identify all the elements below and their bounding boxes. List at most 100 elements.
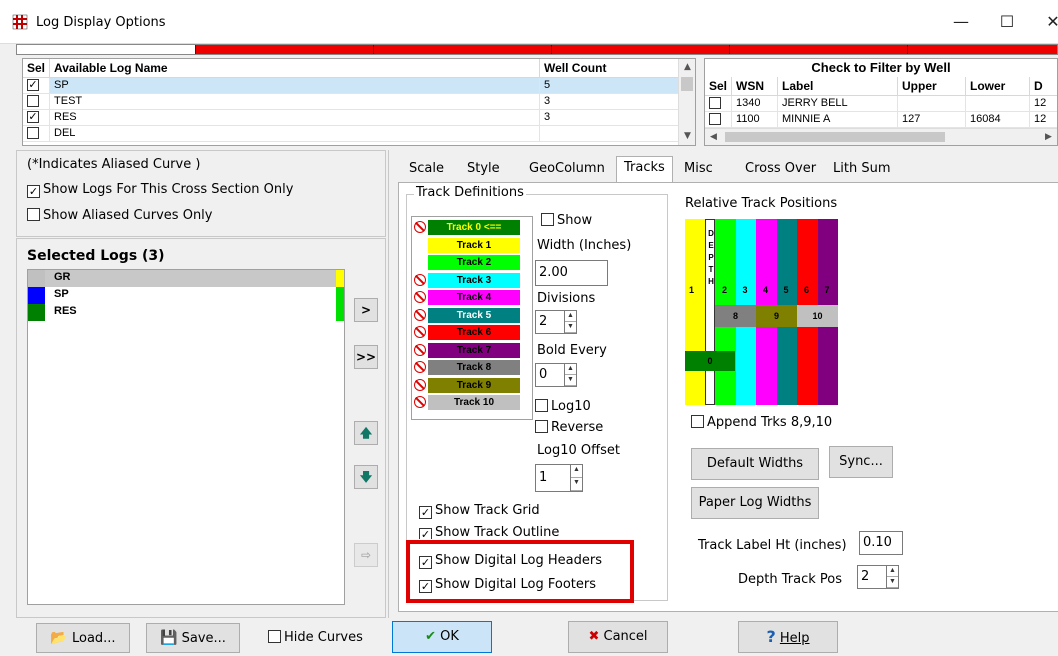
tab-misc[interactable]: Misc xyxy=(677,158,720,182)
bold-every-input[interactable]: 0 xyxy=(535,363,565,387)
track-list-item[interactable]: Track 3 xyxy=(428,272,520,288)
depth-track-pos-spinner[interactable]: ▲ ▼ xyxy=(886,565,899,589)
table-row[interactable]: ✓ RES 3 xyxy=(23,109,679,126)
tab-cross-over[interactable]: Cross Over xyxy=(738,158,823,182)
track-list-item[interactable]: Track 1 xyxy=(428,237,520,253)
track-list-item[interactable]: Track 8 xyxy=(428,360,520,375)
scroll-thumb[interactable] xyxy=(681,77,693,91)
checkbox[interactable] xyxy=(541,213,554,226)
table-row[interactable]: TEST 3 xyxy=(23,93,679,110)
track-list[interactable]: Track 0 <== Track 1 Track 2 Track 3 Track 4 T… xyxy=(411,216,533,420)
move-down-button[interactable]: 🡇 xyxy=(354,465,378,489)
spin-down-icon[interactable]: ▼ xyxy=(887,577,898,588)
scroll-up-icon[interactable]: ▲ xyxy=(679,59,695,76)
checkbox-checked[interactable]: ✓ xyxy=(419,580,432,593)
row-checkbox[interactable] xyxy=(709,97,721,110)
table-row[interactable]: 1100 MINNIE A 127 16084 12 xyxy=(705,111,1057,128)
checkbox-checked[interactable]: ✓ xyxy=(419,506,432,519)
col-header-d[interactable]: D xyxy=(1029,77,1057,96)
divisions-spinner[interactable]: ▲ ▼ xyxy=(564,310,577,334)
add-all-logs-button[interactable]: >> xyxy=(354,345,378,369)
tab-tracks[interactable]: Tracks xyxy=(616,156,673,183)
vertical-scrollbar[interactable]: ▲ ▼ xyxy=(678,59,695,145)
col-header-sel[interactable]: Sel xyxy=(23,59,51,78)
tab-scale[interactable]: Scale xyxy=(402,158,451,182)
tab-geocolumn[interactable]: GeoColumn xyxy=(522,158,612,182)
spin-up-icon[interactable]: ▲ xyxy=(565,364,576,375)
list-item[interactable]: SP xyxy=(28,287,344,321)
well-filter-grid[interactable]: Check to Filter by Well Sel WSN Label Up… xyxy=(704,58,1058,146)
track-label-ht-input[interactable]: 0.10 xyxy=(859,531,903,555)
show-cross-section-checkbox[interactable]: ✓ Show Logs For This Cross Section Only xyxy=(27,182,293,198)
show-log-footers-checkbox[interactable]: ✓ Show Digital Log Footers xyxy=(419,577,596,593)
horizontal-scrollbar[interactable]: ◀ ▶ xyxy=(705,128,1057,145)
track-list-item[interactable]: Track 4 xyxy=(428,290,520,305)
log10-offset-input[interactable]: 1 xyxy=(535,464,571,492)
checkbox[interactable] xyxy=(535,420,548,433)
load-button[interactable]: 📂 Load... xyxy=(36,623,130,653)
show-track-outline-checkbox[interactable]: ✓ Show Track Outline xyxy=(419,525,559,539)
checkbox-checked[interactable]: ✓ xyxy=(27,185,40,198)
maximize-button[interactable]: ☐ xyxy=(984,8,1030,36)
col-header-sel[interactable]: Sel xyxy=(705,77,733,96)
scroll-thumb[interactable] xyxy=(725,132,945,142)
minimize-button[interactable]: — xyxy=(938,8,984,36)
list-item[interactable]: RES xyxy=(28,304,344,321)
move-up-button[interactable]: 🡅 xyxy=(354,421,378,445)
add-log-button[interactable]: > xyxy=(354,298,378,322)
table-row[interactable]: ✓ SP 5 xyxy=(23,77,679,94)
checkbox[interactable] xyxy=(691,415,704,428)
row-checkbox[interactable] xyxy=(27,95,39,108)
track-list-item[interactable]: Track 9 xyxy=(428,377,520,393)
table-row[interactable]: DEL xyxy=(23,125,679,142)
spin-up-icon[interactable]: ▲ xyxy=(571,465,582,478)
spin-down-icon[interactable]: ▼ xyxy=(565,322,576,333)
save-button[interactable]: 💾 Save... xyxy=(146,623,240,653)
show-aliased-only-checkbox[interactable]: Show Aliased Curves Only xyxy=(27,208,212,223)
hide-curves-checkbox[interactable]: Hide Curves xyxy=(268,630,363,645)
row-checkbox[interactable]: ✓ xyxy=(27,111,39,124)
table-row[interactable]: 1340 JERRY BELL 12 xyxy=(705,95,1057,112)
col-header-well-count[interactable]: Well Count xyxy=(539,59,679,78)
spin-down-icon[interactable]: ▼ xyxy=(571,478,582,491)
checkbox[interactable] xyxy=(268,630,281,643)
ok-button[interactable]: ✔ OK xyxy=(392,621,492,653)
track-list-item[interactable]: Track 6 xyxy=(428,325,520,340)
depth-track-pos-input[interactable]: 2 xyxy=(857,565,887,589)
paper-log-widths-button[interactable]: Paper Log Widths xyxy=(691,487,819,519)
checkbox-checked[interactable]: ✓ xyxy=(419,556,432,569)
show-track-checkbox[interactable]: Show xyxy=(541,213,592,228)
row-checkbox[interactable] xyxy=(27,127,39,140)
track-list-item[interactable]: Track 7 xyxy=(428,342,520,358)
spin-up-icon[interactable]: ▲ xyxy=(565,311,576,322)
scroll-down-icon[interactable]: ▼ xyxy=(679,128,695,145)
log10-offset-spinner[interactable]: ▲ ▼ xyxy=(570,464,583,492)
log10-checkbox[interactable]: Log10 xyxy=(535,399,591,414)
cancel-button[interactable]: ✖ Cancel xyxy=(568,621,668,653)
divisions-input[interactable]: 2 xyxy=(535,310,565,334)
col-header-lower[interactable]: Lower xyxy=(965,77,1031,96)
checkbox-checked[interactable]: ✓ xyxy=(419,528,432,539)
show-track-grid-checkbox[interactable]: ✓ Show Track Grid xyxy=(419,503,540,519)
default-widths-button[interactable]: Default Widths xyxy=(691,448,819,480)
col-header-upper[interactable]: Upper xyxy=(897,77,967,96)
append-tracks-checkbox[interactable]: Append Trks 8,9,10 xyxy=(691,415,832,430)
close-button[interactable]: ✕ xyxy=(1030,8,1058,36)
track-list-item[interactable]: Track 10 xyxy=(428,395,520,410)
list-item[interactable]: GR xyxy=(28,270,344,287)
export-button[interactable]: ⇨ xyxy=(354,543,378,567)
width-input[interactable]: 2.00 xyxy=(535,260,608,286)
help-button[interactable]: ? Help xyxy=(738,621,838,653)
spin-down-icon[interactable]: ▼ xyxy=(565,375,576,386)
row-checkbox[interactable]: ✓ xyxy=(27,79,39,92)
selected-logs-list[interactable]: GR SP RES xyxy=(27,269,345,605)
spin-up-icon[interactable]: ▲ xyxy=(887,566,898,577)
scroll-left-icon[interactable]: ◀ xyxy=(705,129,722,145)
reverse-checkbox[interactable]: Reverse xyxy=(535,420,603,435)
checkbox[interactable] xyxy=(535,399,548,412)
col-header-label[interactable]: Label xyxy=(777,77,899,96)
tab-lith-sum[interactable]: Lith Sum xyxy=(826,158,897,182)
show-log-headers-checkbox[interactable]: ✓ Show Digital Log Headers xyxy=(419,553,602,569)
sync-button[interactable]: Sync... xyxy=(829,446,893,478)
track-list-item[interactable]: Track 0 <== xyxy=(428,220,520,235)
